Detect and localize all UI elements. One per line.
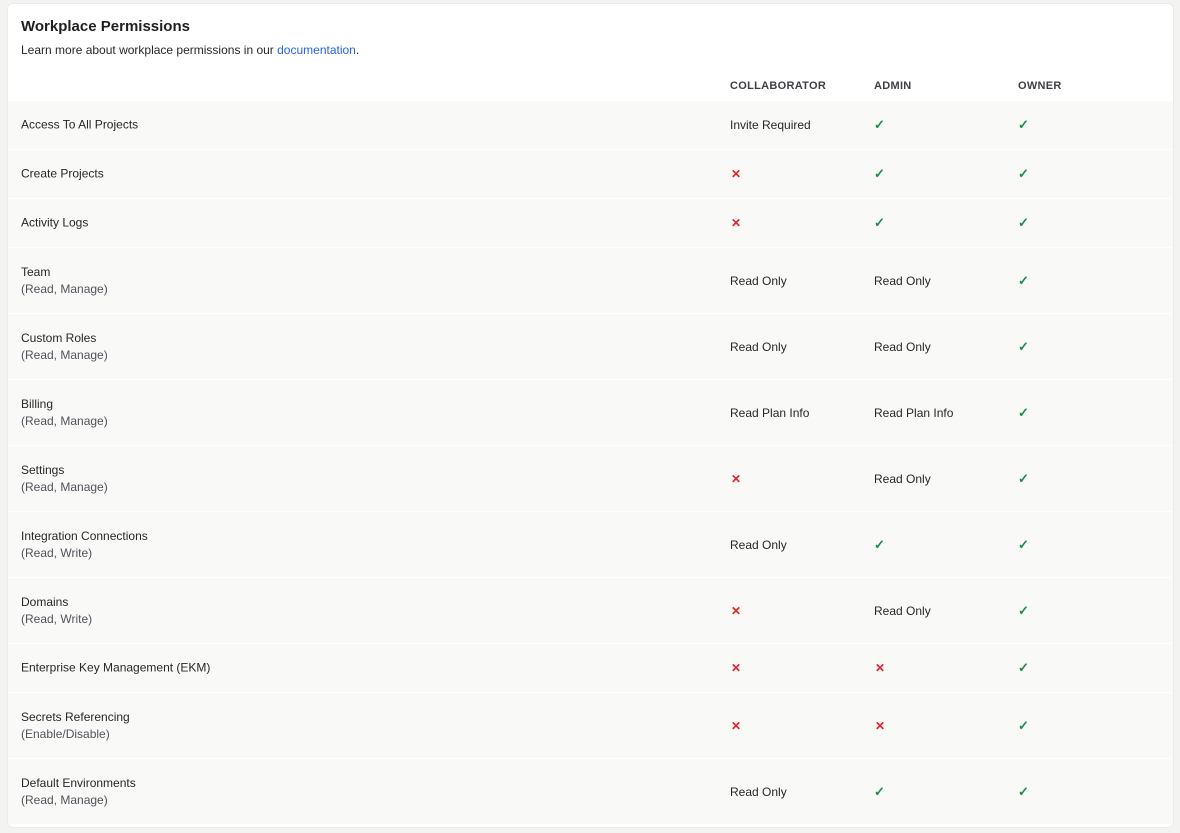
permissions-header: Workplace Permissions Learn more about w… — [8, 4, 1173, 100]
admin-access-text: Read Only — [874, 273, 931, 288]
admin-access-text: Read Only — [874, 471, 931, 486]
admin-access-text: Read Only — [874, 603, 931, 618]
check-icon: ✓ — [1018, 338, 1029, 354]
permission-scope: (Read, Manage) — [21, 479, 108, 494]
collaborator-access-text: Read Only — [730, 273, 787, 288]
table-row: Activity Logs ✕ ✓ ✓ — [8, 199, 1173, 248]
collaborator-access-text: Read Only — [730, 537, 787, 552]
cross-icon: ✕ — [731, 718, 742, 733]
table-row: Domains (Read, Write) ✕ Read Only ✓ — [8, 578, 1173, 644]
column-header-owner: OWNER — [1018, 80, 1062, 92]
collaborator-access-text: Read Plan Info — [730, 405, 810, 420]
table-row: Team (Read, Manage) Read Only Read Only ✓ — [8, 248, 1173, 314]
documentation-link[interactable]: documentation — [277, 43, 356, 57]
permission-name: Enterprise Key Management (EKM) — [21, 660, 211, 675]
check-icon: ✓ — [1018, 166, 1029, 181]
table-row: Access To All Projects Invite Required ✓ ✓ — [8, 101, 1173, 150]
permission-scope: (Read, Manage) — [21, 281, 108, 296]
collaborator-access-text: Read Only — [730, 339, 787, 354]
table-row: Enterprise Key Management (EKM) ✕ ✕ ✓ — [8, 644, 1173, 693]
cross-icon: ✕ — [875, 661, 886, 675]
table-row: Settings (Read, Manage) ✕ Read Only ✓ — [8, 446, 1173, 512]
permission-name: Settings — [21, 462, 65, 477]
cross-icon: ✕ — [875, 718, 886, 733]
permission-label: Access To All Projects — [21, 117, 138, 134]
check-icon: ✓ — [1018, 470, 1029, 486]
check-icon: ✓ — [1018, 404, 1029, 420]
permission-name: Billing — [21, 396, 54, 411]
check-icon: ✓ — [874, 783, 885, 799]
permissions-card: Workplace Permissions Learn more about w… — [7, 3, 1174, 828]
column-header-collaborator: COLLABORATOR — [730, 80, 827, 92]
check-icon: ✓ — [874, 166, 885, 181]
permission-name: Team — [21, 264, 51, 279]
admin-access-text: Read Only — [874, 339, 931, 354]
check-icon: ✓ — [874, 215, 885, 230]
table-row: Default Environments (Read, Manage) Read O… — [8, 759, 1173, 825]
permission-label: Team (Read, Manage) — [21, 264, 108, 298]
table-row: Integration Connections (Read, Write) Read… — [8, 512, 1173, 578]
permission-scope: (Read, Write) — [21, 545, 93, 560]
permission-scope: (Read, Write) — [21, 611, 93, 626]
check-icon: ✓ — [1018, 215, 1029, 230]
collaborator-access-text: Invite Required — [730, 118, 811, 132]
permission-name: Create Projects — [21, 166, 104, 181]
admin-access-text: Read Plan Info — [874, 405, 954, 420]
column-header-admin: ADMIN — [874, 80, 912, 92]
check-icon: ✓ — [1018, 117, 1029, 132]
permission-scope: (Read, Manage) — [21, 347, 108, 362]
cross-icon: ✕ — [731, 216, 742, 230]
check-icon: ✓ — [1018, 717, 1029, 733]
permission-scope: (Read, Manage) — [21, 413, 108, 428]
cross-icon: ✕ — [731, 471, 742, 486]
permission-scope: (Read, Manage) — [21, 792, 108, 807]
check-icon: ✓ — [1018, 602, 1029, 618]
page-subtitle: Learn more about workplace permissions i… — [21, 43, 359, 57]
permission-name: Custom Roles — [21, 330, 97, 345]
check-icon: ✓ — [874, 536, 885, 552]
check-icon: ✓ — [1018, 783, 1029, 799]
permission-label: Billing (Read, Manage) — [21, 396, 108, 430]
permission-label: Custom Roles (Read, Manage) — [21, 330, 108, 364]
check-icon: ✓ — [1018, 660, 1029, 675]
table-row: Custom Roles (Read, Manage) Read Only Read … — [8, 314, 1173, 380]
check-icon: ✓ — [1018, 272, 1029, 288]
subtitle-text: Learn more about workplace permissions i… — [21, 43, 278, 57]
permission-label: Domains (Read, Write) — [21, 594, 92, 628]
page-title: Workplace Permissions — [21, 18, 190, 35]
permission-label: Enterprise Key Management (EKM) — [21, 660, 210, 677]
cross-icon: ✕ — [731, 661, 742, 675]
subtitle-suffix: . — [355, 43, 360, 57]
permission-label: Secrets Referencing (Enable/Disable) — [21, 709, 130, 743]
permission-label: Create Projects — [21, 166, 104, 183]
permission-name: Default Environments — [21, 775, 136, 790]
permissions-table: Access To All Projects Invite Required ✓ ✓ C… — [8, 101, 1173, 825]
permission-name: Access To All Projects — [21, 117, 139, 132]
table-row: Billing (Read, Manage) Read Plan Info Read … — [8, 380, 1173, 446]
cross-icon: ✕ — [731, 167, 742, 181]
check-icon: ✓ — [1018, 536, 1029, 552]
permission-name: Domains — [21, 594, 69, 609]
table-row: Secrets Referencing (Enable/Disable) ✕ ✕ ✓ — [8, 693, 1173, 759]
permission-scope: (Enable/Disable) — [21, 726, 110, 741]
cross-icon: ✕ — [731, 603, 742, 618]
table-row: Create Projects ✕ ✓ ✓ — [8, 150, 1173, 199]
collaborator-access-text: Read Only — [730, 784, 787, 799]
permission-name: Integration Connections — [21, 528, 148, 543]
permission-label: Integration Connections (Read, Write) — [21, 528, 148, 562]
permission-label: Activity Logs — [21, 215, 88, 232]
permission-name: Secrets Referencing — [21, 709, 130, 724]
permission-label: Settings (Read, Manage) — [21, 462, 108, 496]
permission-label: Default Environments (Read, Manage) — [21, 775, 136, 809]
permission-name: Activity Logs — [21, 215, 89, 230]
check-icon: ✓ — [874, 117, 885, 132]
